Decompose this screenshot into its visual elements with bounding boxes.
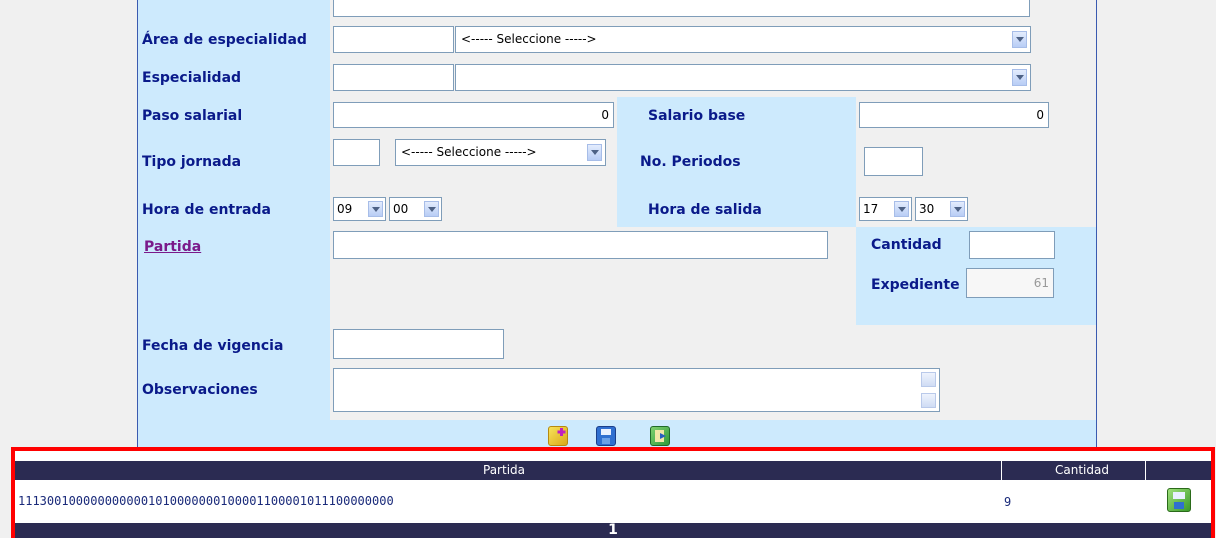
entrada-hour-value: 09 (337, 202, 353, 216)
partida-link[interactable]: Partida (144, 238, 201, 256)
area-code-input[interactable] (333, 26, 454, 53)
chevron-down-icon[interactable] (368, 201, 383, 217)
chevron-down-icon[interactable] (1012, 69, 1027, 86)
cantidad-label: Cantidad (871, 237, 942, 253)
area-select-value: <----- Seleccione -----> (461, 32, 597, 46)
tipo-select[interactable]: <----- Seleccione -----> (395, 139, 606, 166)
previous-field[interactable] (333, 0, 1030, 17)
chevron-down-icon[interactable] (894, 201, 909, 217)
salida-hour-select[interactable]: 17 (859, 197, 912, 221)
expediente-input[interactable]: 61 (966, 268, 1054, 298)
scroll-up-icon[interactable] (921, 372, 936, 387)
vigencia-input[interactable] (333, 329, 504, 359)
paso-label: Paso salarial (142, 108, 243, 124)
salida-min-value: 30 (919, 202, 935, 216)
partida-input[interactable] (333, 231, 828, 259)
save-icon[interactable] (596, 426, 616, 446)
exit-icon[interactable] (650, 426, 670, 446)
highlight-box (11, 447, 1215, 538)
especialidad-label: Especialidad (142, 70, 242, 86)
salida-label: Hora de salida (648, 202, 762, 218)
chevron-down-icon[interactable] (587, 144, 602, 161)
salario-input[interactable]: 0 (859, 102, 1049, 128)
chevron-down-icon[interactable] (1012, 31, 1027, 48)
salida-min-select[interactable]: 30 (915, 197, 968, 221)
tipo-code-input[interactable] (333, 139, 380, 166)
periodos-input[interactable] (864, 147, 923, 176)
especialidad-code-input[interactable] (333, 64, 454, 91)
paso-input[interactable]: 0 (333, 102, 614, 128)
tipo-label: Tipo jornada (142, 154, 242, 170)
chevron-down-icon[interactable] (950, 201, 965, 217)
observ-label: Observaciones (142, 382, 258, 398)
entrada-min-select[interactable]: 00 (389, 197, 442, 221)
entrada-label: Hora de entrada (142, 202, 271, 218)
chevron-down-icon[interactable] (424, 201, 439, 217)
periodos-label: No. Periodos (640, 154, 741, 170)
area-label: Área de especialidad (142, 32, 307, 48)
salida-hour-value: 17 (863, 202, 879, 216)
expediente-label: Expediente (871, 277, 960, 293)
area-select[interactable]: <----- Seleccione -----> (455, 26, 1031, 53)
entrada-min-value: 00 (393, 202, 409, 216)
tipo-select-value: <----- Seleccione -----> (401, 145, 537, 159)
salario-label: Salario base (648, 108, 746, 124)
observ-textarea[interactable] (333, 368, 940, 412)
form-frame-right (1096, 0, 1097, 460)
cantidad-input[interactable] (969, 231, 1055, 259)
new-icon[interactable] (548, 426, 568, 446)
vigencia-label: Fecha de vigencia (142, 338, 284, 354)
especialidad-select[interactable] (455, 64, 1031, 91)
scroll-down-icon[interactable] (921, 393, 936, 408)
entrada-hour-select[interactable]: 09 (333, 197, 386, 221)
